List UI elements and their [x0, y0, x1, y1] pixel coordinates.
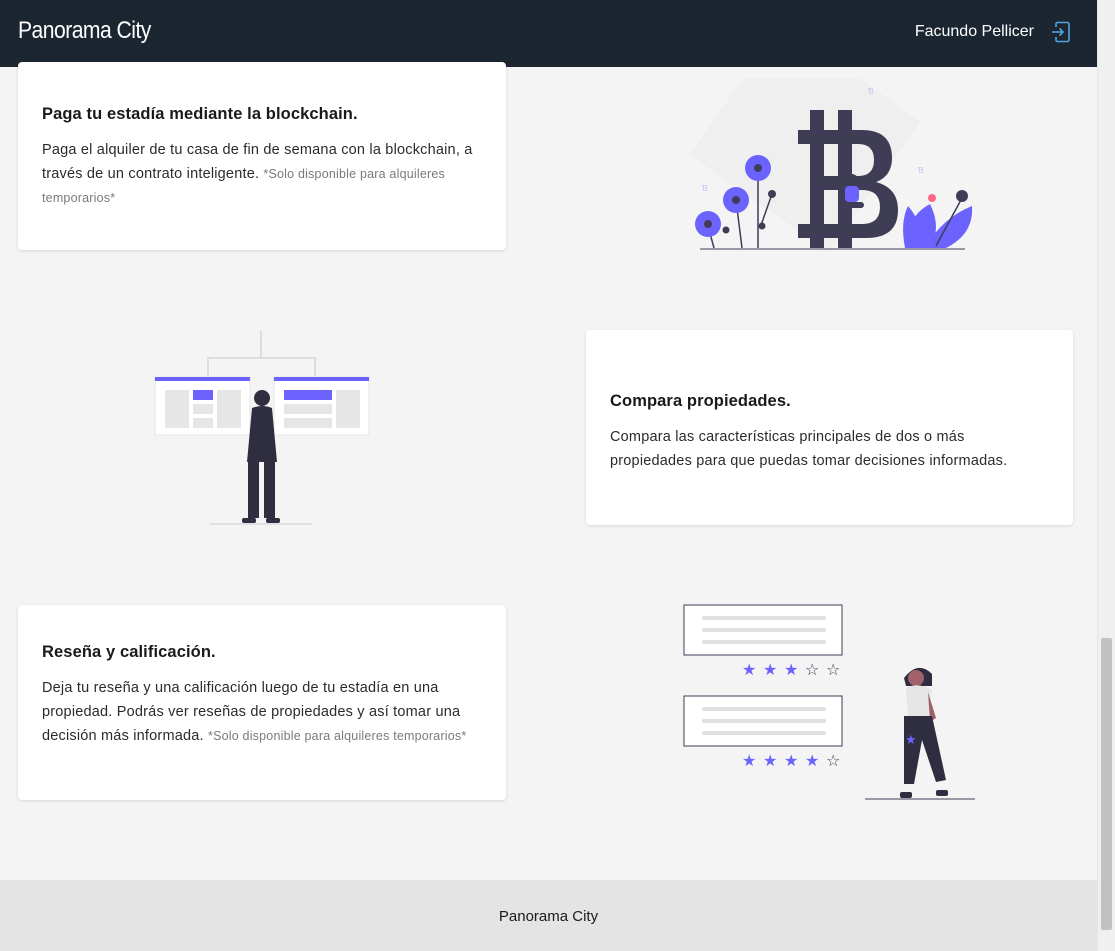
svg-text:★: ★: [905, 733, 917, 748]
svg-text:★: ★: [784, 751, 798, 770]
svg-text:★: ★: [742, 660, 756, 679]
svg-text:★: ★: [763, 751, 777, 770]
feature-text: Compara las características principales …: [610, 429, 1008, 469]
svg-text:☆: ☆: [826, 751, 840, 770]
footer-text: Panorama City: [498, 908, 599, 925]
svg-text:★: ★: [784, 660, 798, 679]
feature-note: *Solo disponible para alquileres tempora…: [208, 729, 467, 743]
vertical-scrollbar[interactable]: [1097, 0, 1115, 951]
bitcoin-illustration: Ɓ Ɓ Ɓ: [689, 78, 973, 253]
feature-text: Deja tu reseña y una calificación luego …: [42, 680, 467, 744]
feature-card-blockchain: Paga tu estadía mediante la blockchain. …: [18, 62, 506, 250]
feature-title: Paga tu estadía mediante la blockchain.: [42, 105, 358, 123]
feature-text: Paga el alquiler de tu casa de fin de se…: [42, 142, 473, 205]
compare-illustration: [154, 331, 370, 525]
feature-card-compare: Compara propiedades. Compara las caracte…: [586, 330, 1073, 525]
svg-text:★: ★: [805, 751, 819, 770]
footer: Panorama City: [0, 880, 1097, 951]
svg-text:★: ★: [763, 660, 777, 679]
feature-title: Reseña y calificación.: [42, 643, 216, 661]
logout-icon[interactable]: [1051, 21, 1071, 43]
brand-logo[interactable]: Panorama City: [18, 17, 151, 45]
scrollbar-thumb[interactable]: [1101, 638, 1112, 930]
feature-title: Compara propiedades.: [610, 392, 791, 410]
svg-text:Ɓ: Ɓ: [701, 184, 708, 193]
feature-card-review: Reseña y calificación. Deja tu reseña y …: [18, 605, 506, 800]
review-illustration: ★ ★ ★ ☆ ☆ ★ ★ ★ ★ ☆ ★: [683, 604, 975, 800]
svg-text:Ɓ: Ɓ: [867, 87, 874, 96]
svg-text:★: ★: [742, 751, 756, 770]
navbar: Panorama City Facundo Pellicer: [0, 0, 1097, 67]
svg-text:Ɓ: Ɓ: [917, 166, 924, 175]
svg-text:☆: ☆: [826, 660, 840, 679]
svg-text:☆: ☆: [805, 660, 819, 679]
user-name[interactable]: Facundo Pellicer: [915, 23, 1034, 41]
